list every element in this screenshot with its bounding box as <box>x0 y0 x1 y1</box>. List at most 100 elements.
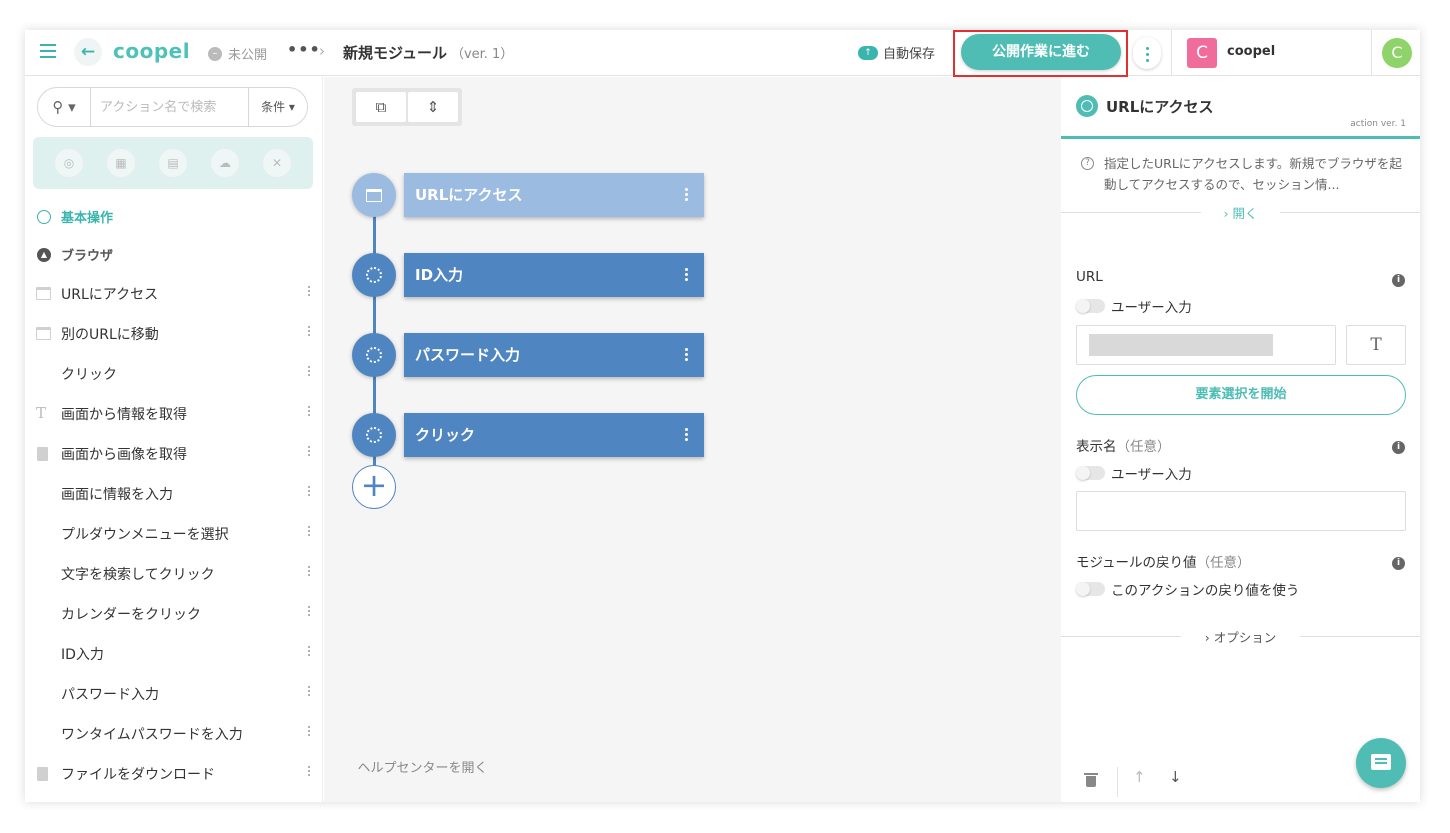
node-icon[interactable] <box>352 253 396 297</box>
org-name[interactable]: coopel <box>1227 44 1275 59</box>
flow-node[interactable]: ID入力 <box>404 253 704 297</box>
action-menu-icon[interactable] <box>308 566 311 578</box>
autosave-indicator: ↑ 自動保存 <box>858 43 935 62</box>
options-expander[interactable]: › オプション <box>1061 627 1420 646</box>
action-label: 画面から情報を取得 <box>61 407 187 423</box>
header-kebab-button[interactable] <box>1133 37 1161 69</box>
collapse-all-icon[interactable]: ⇕ <box>408 92 458 122</box>
text-type-button[interactable]: T <box>1346 325 1406 365</box>
action-item[interactable]: プルダウンメニューを選択 <box>25 514 322 554</box>
action-item[interactable]: 画面に情報を入力 <box>25 474 322 514</box>
section-basic-label: 基本操作 <box>61 211 114 226</box>
arrow-up-icon[interactable]: ↑ <box>1133 768 1146 786</box>
action-item[interactable]: カレンダーをクリック <box>25 594 322 634</box>
toggle-switch[interactable] <box>1076 299 1105 313</box>
action-item[interactable]: クリック <box>25 354 322 394</box>
url-value-redacted <box>1089 334 1273 356</box>
action-item[interactable]: ID入力 <box>25 634 322 674</box>
menu-icon[interactable] <box>40 44 56 58</box>
back-button[interactable]: ← <box>74 38 102 66</box>
search-icon[interactable]: ⚲ ▾ <box>38 88 91 126</box>
section-browser[interactable]: ▲ ブラウザ <box>37 245 113 264</box>
action-item[interactable]: 別のURLに移動 <box>25 314 322 354</box>
breadcrumb-chevron-icon: › <box>319 42 325 60</box>
section-basic-operations[interactable]: 基本操作 <box>37 207 113 226</box>
action-menu-icon[interactable] <box>308 686 311 698</box>
node-icon[interactable] <box>352 413 396 457</box>
info-icon[interactable]: i <box>1392 557 1405 570</box>
tools-category-icon[interactable]: ✕ <box>262 148 292 178</box>
add-node-button[interactable]: + <box>352 465 396 509</box>
arrow-down-icon[interactable]: ↓ <box>1169 768 1182 786</box>
action-label: クリック <box>61 367 117 383</box>
expand-description-button[interactable]: › 開く <box>1061 203 1420 222</box>
action-label: 別のURLに移動 <box>61 327 159 343</box>
action-item[interactable]: URLにアクセス <box>25 274 322 314</box>
node-menu-icon[interactable] <box>685 428 688 443</box>
info-icon[interactable]: i <box>1392 441 1405 454</box>
section-browser-label: ブラウザ <box>61 249 114 264</box>
panel-header: URLにアクセス action ver. 1 <box>1061 77 1420 139</box>
cloud-category-icon[interactable]: ☁ <box>210 148 240 178</box>
footer-divider <box>1117 767 1118 797</box>
app-window: ← coopel – 未公開 ••• › 新規モジュール （ver. 1） ↑ 自… <box>25 30 1420 802</box>
top-bar: ← coopel – 未公開 ••• › 新規モジュール （ver. 1） ↑ 自… <box>25 30 1420 77</box>
action-description: ? 指定したURLにアクセスします。新規でブラウザを起動してアクセスするので、セ… <box>1081 153 1411 195</box>
description-text: 指定したURLにアクセスします。新規でブラウザを起動してアクセスするので、セッシ… <box>1104 156 1402 192</box>
use-return-value-toggle[interactable]: このアクションの戻り値を使う <box>1076 579 1299 599</box>
display-name-user-input-toggle[interactable]: ユーザー入力 <box>1076 463 1192 483</box>
node-menu-icon[interactable] <box>685 188 688 203</box>
search-input[interactable] <box>91 89 248 125</box>
org-avatar[interactable]: C <box>1187 38 1217 68</box>
action-item[interactable]: パスワード入力 <box>25 674 322 714</box>
start-element-select-button[interactable]: 要素選択を開始 <box>1076 375 1406 415</box>
action-menu-icon[interactable] <box>308 366 311 378</box>
flow-node[interactable]: パスワード入力 <box>404 333 704 377</box>
search-bar: ⚲ ▾ 条件 ▾ <box>37 87 308 127</box>
condition-filter-button[interactable]: 条件 ▾ <box>248 88 307 126</box>
flow-node[interactable]: クリック <box>404 413 704 457</box>
more-menu-button[interactable]: ••• <box>287 40 321 59</box>
action-item[interactable]: ワンタイムパスワードを入力 <box>25 714 322 754</box>
cloud-upload-icon: ↑ <box>858 45 878 60</box>
action-menu-icon[interactable] <box>308 486 311 498</box>
node-menu-icon[interactable] <box>685 348 688 363</box>
help-center-link[interactable]: ヘルプセンターを開く <box>25 757 820 776</box>
action-menu-icon[interactable] <box>308 646 311 658</box>
node-icon[interactable] <box>352 173 396 217</box>
globe-category-icon[interactable]: ◎ <box>54 148 84 178</box>
action-menu-icon[interactable] <box>308 446 311 458</box>
info-icon[interactable]: i <box>1392 274 1405 287</box>
action-label: ワンタイムパスワードを入力 <box>61 727 243 743</box>
node-icon[interactable] <box>352 333 396 377</box>
url-user-input-toggle[interactable]: ユーザー入力 <box>1076 296 1192 316</box>
node-menu-icon[interactable] <box>685 268 688 283</box>
action-menu-icon[interactable] <box>308 326 311 338</box>
display-name-input[interactable] <box>1076 491 1406 531</box>
module-title[interactable]: 新規モジュール （ver. 1） <box>343 42 513 63</box>
publish-status: – 未公開 <box>208 44 267 63</box>
action-menu-icon[interactable] <box>308 726 311 738</box>
action-menu-icon[interactable] <box>308 606 311 618</box>
copy-icon[interactable]: ⧉ <box>356 92 406 122</box>
action-menu-icon[interactable] <box>308 526 311 538</box>
optional-tag: （任意） <box>1116 439 1171 455</box>
toggle-switch[interactable] <box>1076 466 1105 480</box>
excel-category-icon[interactable]: ▦ <box>106 148 136 178</box>
display-name-text: 表示名 <box>1076 439 1117 455</box>
flow-node[interactable]: URLにアクセス <box>404 173 704 217</box>
module-version: （ver. 1） <box>450 47 514 62</box>
action-menu-icon[interactable] <box>308 286 311 298</box>
url-input[interactable] <box>1076 325 1336 365</box>
action-item[interactable]: 画面から画像を取得 <box>25 434 322 474</box>
action-item[interactable]: 文字を検索してクリック <box>25 554 322 594</box>
action-item[interactable]: T 画面から情報を取得 <box>25 394 322 434</box>
document-category-icon[interactable]: ▤ <box>158 148 188 178</box>
action-menu-icon[interactable] <box>308 406 311 418</box>
trash-icon[interactable] <box>1084 773 1098 787</box>
toggle-switch[interactable] <box>1076 582 1105 596</box>
chat-support-button[interactable] <box>1356 738 1406 788</box>
publish-button[interactable]: 公開作業に進む <box>961 34 1121 70</box>
user-avatar[interactable]: C <box>1382 38 1412 68</box>
action-label: パスワード入力 <box>61 687 159 703</box>
